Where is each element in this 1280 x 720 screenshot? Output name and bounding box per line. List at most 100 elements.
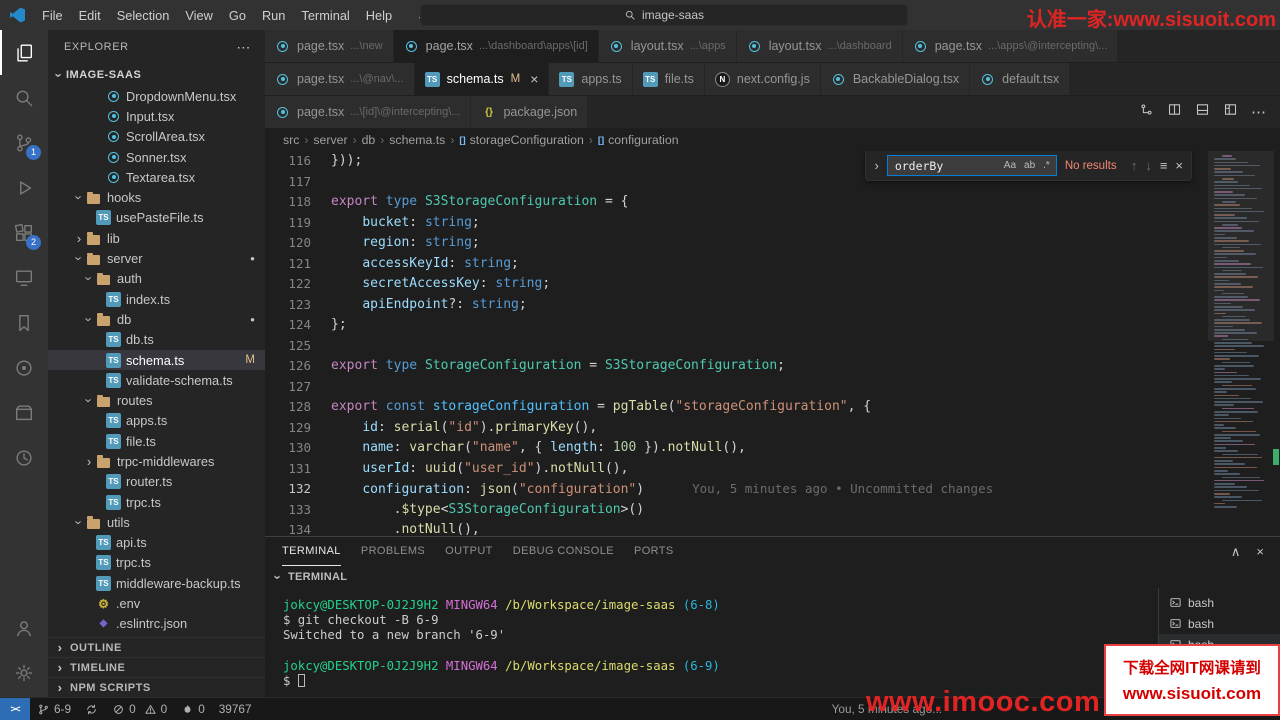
tree-item-trpc-middlewares[interactable]: › trpc-middlewares — [48, 451, 265, 471]
counter-indicator[interactable]: 39767 — [212, 698, 259, 720]
split-editor-button[interactable] — [1167, 102, 1182, 122]
panel-tab-ports[interactable]: PORTS — [634, 537, 674, 566]
breadcrumb-item[interactable]: server — [313, 133, 347, 147]
explorer-actions-icon[interactable]: ⋯ — [236, 39, 251, 56]
activity-history[interactable] — [0, 435, 48, 480]
activity-containers[interactable] — [0, 390, 48, 435]
breadcrumb-item[interactable]: [] storageConfiguration — [459, 133, 584, 147]
panel-tab-debug-console[interactable]: DEBUG CONSOLE — [513, 537, 614, 566]
activity-bookmarks[interactable] — [0, 300, 48, 345]
code-line-124[interactable]: 124}; — [265, 315, 1280, 336]
remote-indicator[interactable]: >< — [0, 698, 30, 720]
find-previous-icon[interactable]: ↑ — [1131, 158, 1138, 173]
tree-item-env[interactable]: ⚙ .env — [48, 593, 265, 613]
tree-item-eslintrc-json[interactable]: ◆ .eslintrc.json — [48, 614, 265, 634]
code-line-118[interactable]: 118 export type S3StorageConfiguration = … — [265, 192, 1280, 213]
menu-file[interactable]: File — [34, 8, 71, 23]
activity-account[interactable] — [0, 605, 48, 650]
terminal-section-header[interactable]: › TERMINAL — [265, 566, 1280, 588]
menu-view[interactable]: View — [177, 8, 221, 23]
section-npm-scripts[interactable]: › NPM SCRIPTS — [48, 677, 265, 697]
problems-indicator[interactable]: 0 0 — [105, 698, 174, 720]
code-line-122[interactable]: 122 secretAccessKey: string; — [265, 274, 1280, 295]
panel-tab-problems[interactable]: PROBLEMS — [361, 537, 425, 566]
match-case-icon[interactable]: Aa — [1002, 159, 1018, 172]
tab-page-tsx[interactable]: page.tsx ...\dashboard\apps\[id] — [393, 30, 599, 62]
activity-source-control[interactable]: 1 — [0, 120, 48, 165]
toggle-panel-button[interactable] — [1195, 102, 1210, 122]
regex-icon[interactable]: .* — [1041, 159, 1052, 172]
tab-default-tsx[interactable]: default.tsx — [970, 63, 1071, 95]
tree-item-validate-schema-ts[interactable]: TS validate-schema.ts — [48, 370, 265, 390]
tree-item-apps-ts[interactable]: TS apps.ts — [48, 411, 265, 431]
more-actions-icon[interactable]: ⋯ — [1251, 103, 1266, 121]
terminal-output[interactable]: jokcy@DESKTOP-0J2J9H2 MINGW64 /b/Workspa… — [265, 588, 1156, 697]
code-line-129[interactable]: 129 id: serial("id").primaryKey(), — [265, 418, 1280, 439]
tree-item-schema-ts[interactable]: TS schema.ts M — [48, 349, 265, 371]
code-line-131[interactable]: 131 userId: uuid("user_id").notNull(), — [265, 459, 1280, 480]
tree-item-file-ts[interactable]: TS file.ts — [48, 431, 265, 451]
close-panel-icon[interactable]: × — [1256, 544, 1264, 560]
section-timeline[interactable]: › TIMELINE — [48, 657, 265, 677]
tab-file-ts[interactable]: TS file.ts — [632, 63, 705, 95]
whole-word-icon[interactable]: ab — [1022, 159, 1037, 172]
code-line-126[interactable]: 126 export type StorageConfiguration = S3… — [265, 356, 1280, 377]
activity-explorer[interactable] — [0, 30, 48, 75]
tree-item-scrollarea-tsx[interactable]: ScrollArea.tsx — [48, 127, 265, 147]
code-line-119[interactable]: 119 bucket: string; — [265, 213, 1280, 234]
flame-indicator[interactable]: 0 — [174, 698, 212, 720]
tree-item-lib[interactable]: › lib — [48, 228, 265, 248]
code-line-128[interactable]: 128 export const storageConfiguration = p… — [265, 397, 1280, 418]
activity-remote-explorer[interactable] — [0, 255, 48, 300]
activity-settings[interactable] — [0, 650, 48, 695]
section-outline[interactable]: › OUTLINE — [48, 637, 265, 657]
breadcrumb-item[interactable]: db — [362, 133, 376, 147]
tab-layout-tsx[interactable]: layout.tsx ...\dashboard — [736, 30, 903, 62]
tree-item-sonner-tsx[interactable]: Sonner.tsx — [48, 147, 265, 167]
code-line-120[interactable]: 120 region: string; — [265, 233, 1280, 254]
tree-item-textarea-tsx[interactable]: Textarea.tsx — [48, 167, 265, 187]
tab-backabledialog-tsx[interactable]: BackableDialog.tsx — [820, 63, 971, 95]
tab-schema-ts[interactable]: TS schema.ts M × — [414, 63, 550, 95]
menu-run[interactable]: Run — [254, 8, 293, 23]
activity-run-debug[interactable] — [0, 165, 48, 210]
tree-item-hooks[interactable]: › hooks — [48, 187, 265, 207]
activity-testing[interactable] — [0, 345, 48, 390]
panel-tab-terminal[interactable]: TERMINAL — [282, 537, 341, 566]
tree-item-utils[interactable]: › utils — [48, 512, 265, 532]
tree-item-routes[interactable]: › routes — [48, 390, 265, 410]
breadcrumb-item[interactable]: schema.ts — [389, 133, 445, 147]
open-changes-button[interactable] — [1139, 102, 1154, 122]
tree-item-db[interactable]: › db ● — [48, 309, 265, 329]
tree-item-api-ts[interactable]: TS api.ts — [48, 533, 265, 553]
find-input[interactable]: orderBy Aa ab .* — [886, 155, 1057, 176]
tree-item-dropdownmenu-tsx[interactable]: DropdownMenu.tsx — [48, 86, 265, 106]
menu-help[interactable]: Help — [358, 8, 400, 23]
tree-item-trpc-ts[interactable]: TS trpc.ts — [48, 553, 265, 573]
toggle-replace-icon[interactable]: › — [874, 158, 878, 173]
menu-edit[interactable]: Edit — [71, 8, 109, 23]
find-next-icon[interactable]: ↓ — [1145, 158, 1152, 173]
customize-layout-button[interactable] — [1223, 102, 1238, 122]
tab-next-config-js[interactable]: Nnext.config.js — [704, 63, 821, 95]
panel-tab-output[interactable]: OUTPUT — [445, 537, 493, 566]
tab-page-tsx[interactable]: page.tsx ...\new — [265, 30, 394, 62]
branch-indicator[interactable]: 6-9 — [30, 698, 78, 720]
terminal-instance[interactable]: bash — [1159, 613, 1280, 634]
code-line-127[interactable]: 127 — [265, 377, 1280, 398]
code-line-134[interactable]: 134 .notNull(), — [265, 520, 1280, 536]
tab-package-json[interactable]: {} package.json — [471, 96, 589, 128]
code-line-125[interactable]: 125 — [265, 336, 1280, 357]
activity-extensions[interactable]: 2 — [0, 210, 48, 255]
find-in-selection-icon[interactable]: ≡ — [1160, 158, 1168, 173]
close-find-icon[interactable]: × — [1175, 158, 1183, 173]
maximize-panel-icon[interactable]: ∧ — [1231, 544, 1241, 560]
tree-item-usepastefile-ts[interactable]: TS usePasteFile.ts — [48, 208, 265, 228]
tree-item-index-ts[interactable]: TS index.ts — [48, 289, 265, 309]
tab-page-tsx[interactable]: page.tsx ...\@nav\... — [265, 63, 415, 95]
tree-item-auth[interactable]: › auth — [48, 269, 265, 289]
code-line-132[interactable]: 132 configuration: json("configuration")… — [265, 479, 1280, 500]
code-line-121[interactable]: 121 accessKeyId: string; — [265, 254, 1280, 275]
tree-item-router-ts[interactable]: TS router.ts — [48, 472, 265, 492]
tab-page-tsx[interactable]: page.tsx ...\[id]\@intercepting\... — [265, 96, 472, 128]
